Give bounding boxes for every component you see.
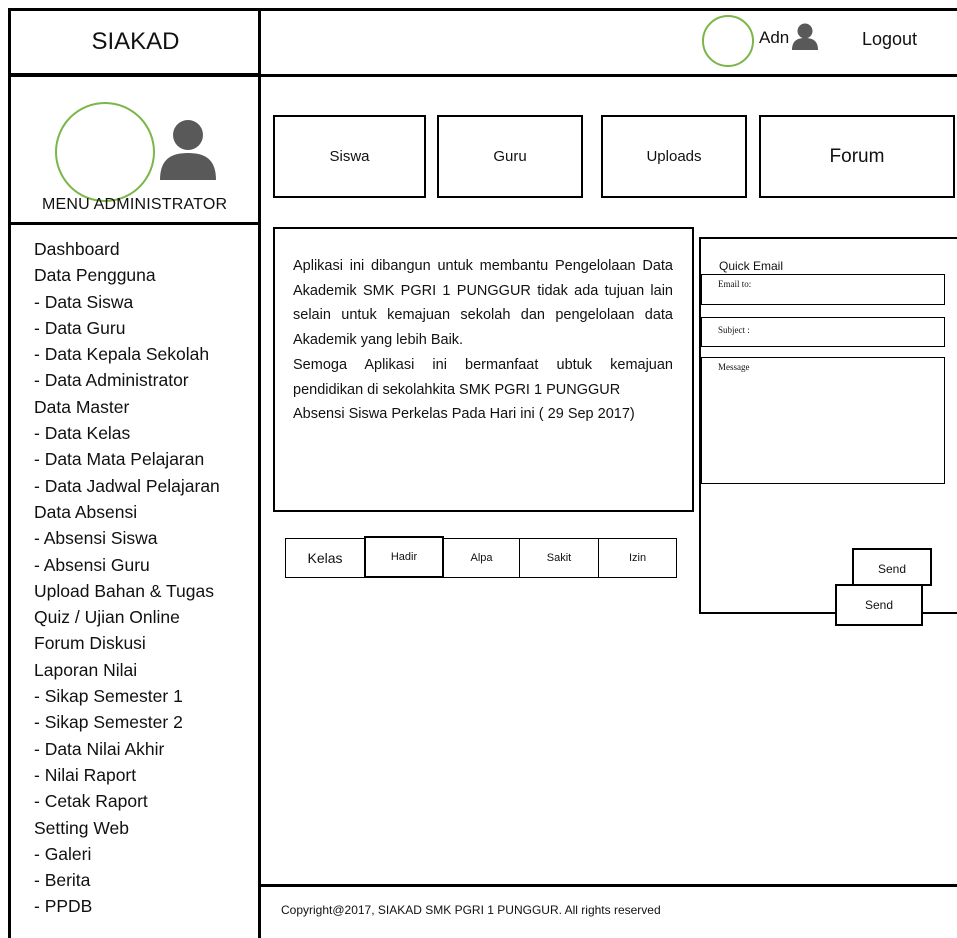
attendance-tab-izin[interactable]: Izin (598, 538, 677, 578)
sidebar-item-data-administrator[interactable]: - Data Administrator (34, 367, 254, 393)
sidebar-item-absensi-guru[interactable]: - Absensi Guru (34, 552, 254, 578)
info-paragraph-hope: Semoga Aplikasi ini bermanfaat ubtuk kem… (293, 356, 673, 398)
nav-button-forum[interactable]: Forum (759, 115, 955, 198)
footer-copyright: Copyright@2017, SIAKAD SMK PGRI 1 PUNGGU… (281, 903, 661, 917)
sidebar-item-data-kelas[interactable]: - Data Kelas (34, 420, 254, 446)
sidebar-item-galeri[interactable]: - Galeri (34, 841, 254, 867)
menu-title: MENU ADMINISTRATOR (42, 196, 228, 213)
sidebar-item-data-master[interactable]: Data Master (34, 394, 254, 420)
sidebar-item-data-absensi[interactable]: Data Absensi (34, 499, 254, 525)
sidebar-item-nilai-raport[interactable]: - Nilai Raport (34, 762, 254, 788)
logout-link[interactable]: Logout (862, 29, 917, 50)
send-button-secondary[interactable]: Send (835, 584, 923, 626)
attendance-tab-kelas[interactable]: Kelas (285, 538, 365, 578)
info-paragraph-attendance: Absensi Siswa Perkelas Pada Hari ini ( 2… (293, 406, 635, 423)
sidebar-item-quiz-ujian-online[interactable]: Quiz / Ujian Online (34, 604, 254, 630)
info-paragraph-intro: Aplikasi ini dibangun untuk membantu Pen… (293, 258, 673, 349)
sidebar-item-setting-web[interactable]: Setting Web (34, 815, 254, 841)
nav-button-siswa[interactable]: Siswa (273, 115, 426, 198)
avatar-icon (160, 118, 216, 185)
sidebar-item-cetak-raport[interactable]: - Cetak Raport (34, 788, 254, 814)
nav-button-uploads[interactable]: Uploads (601, 115, 747, 198)
sidebar-right-border (258, 8, 261, 938)
sidebar-item-data-guru[interactable]: - Data Guru (34, 315, 254, 341)
attendance-tab-hadir[interactable]: Hadir (364, 536, 444, 578)
sidebar-item-absensi-siswa[interactable]: - Absensi Siswa (34, 525, 254, 551)
quick-email-title: Quick Email (719, 259, 784, 273)
sidebar-item-data-pengguna[interactable]: Data Pengguna (34, 262, 254, 288)
footer-divider (258, 884, 957, 887)
frame-left-border (8, 8, 11, 938)
info-text: Aplikasi ini dibangun untuk membantu Pen… (293, 254, 673, 427)
header-user-label[interactable]: Adn (759, 28, 789, 48)
sidebar-item-data-mata-pelajaran[interactable]: - Data Mata Pelajaran (34, 446, 254, 472)
sidebar-item-ppdb[interactable]: - PPDB (34, 893, 254, 919)
nav-button-guru[interactable]: Guru (437, 115, 583, 198)
sidebar-item-data-kepala-sekolah[interactable]: - Data Kepala Sekolah (34, 341, 254, 367)
sidebar-menu: Dashboard Data Pengguna - Data Siswa - D… (34, 236, 254, 920)
sidebar-item-data-siswa[interactable]: - Data Siswa (34, 289, 254, 315)
profile-divider (8, 222, 260, 225)
sidebar-item-forum-diskusi[interactable]: Forum Diskusi (34, 630, 254, 656)
sidebar-item-sikap-semester-2[interactable]: - Sikap Semester 2 (34, 709, 254, 735)
subject-field[interactable]: Subject : (701, 317, 945, 347)
sidebar-item-upload-bahan-tugas[interactable]: Upload Bahan & Tugas (34, 578, 254, 604)
sidebar-item-sikap-semester-1[interactable]: - Sikap Semester 1 (34, 683, 254, 709)
sidebar-item-laporan-nilai[interactable]: Laporan Nilai (34, 657, 254, 683)
header-logo-circle (702, 15, 754, 67)
profile-photo-circle (55, 102, 155, 202)
attendance-tab-alpa[interactable]: Alpa (443, 538, 520, 578)
sidebar-item-dashboard[interactable]: Dashboard (34, 236, 254, 262)
brand-logo[interactable]: SIAKAD (8, 8, 260, 76)
user-icon[interactable] (790, 22, 820, 55)
email-to-field[interactable]: Email to: (701, 274, 945, 305)
attendance-tab-sakit[interactable]: Sakit (519, 538, 599, 578)
message-field[interactable]: Message (701, 357, 945, 484)
send-button[interactable]: Send (852, 548, 932, 586)
sidebar-item-berita[interactable]: - Berita (34, 867, 254, 893)
sidebar-item-data-jadwal-pelajaran[interactable]: - Data Jadwal Pelajaran (34, 473, 254, 499)
sidebar-item-data-nilai-akhir[interactable]: - Data Nilai Akhir (34, 736, 254, 762)
